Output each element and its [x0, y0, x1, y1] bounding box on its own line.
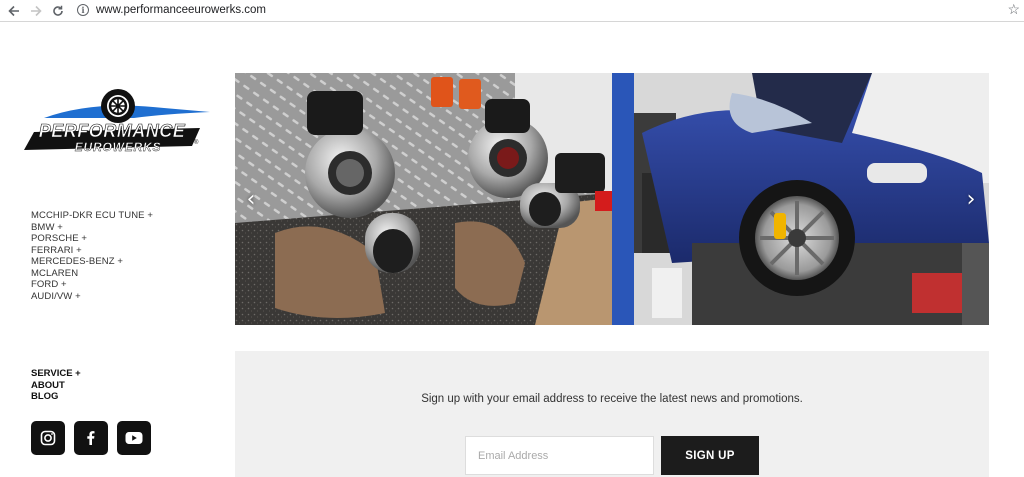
logo-text-line2: EUROWERKS	[75, 140, 162, 154]
youtube-button[interactable]	[117, 421, 151, 455]
forward-button[interactable]	[25, 1, 47, 21]
hero-slideshow[interactable]: ‹ ›	[235, 73, 989, 325]
sign-up-button[interactable]: SIGN UP	[661, 436, 759, 475]
browser-toolbar: i www.performanceeurowerks.com ☆	[0, 0, 1024, 22]
back-button[interactable]	[3, 1, 25, 21]
address-bar[interactable]: i www.performanceeurowerks.com ☆	[70, 1, 1024, 19]
menu-item-mclaren[interactable]: MCLAREN	[31, 268, 153, 280]
slideshow-next-button[interactable]: ›	[961, 185, 981, 213]
main-menu: MCCHIP-DKR ECU TUNE + BMW + PORSCHE + FE…	[31, 210, 153, 302]
menu-item-porsche[interactable]: PORSCHE +	[31, 233, 153, 245]
youtube-icon	[125, 432, 143, 444]
menu-item-ford[interactable]: FORD +	[31, 279, 153, 291]
instagram-button[interactable]	[31, 421, 65, 455]
reload-button[interactable]	[47, 1, 69, 21]
email-input[interactable]	[465, 436, 654, 475]
social-links	[31, 421, 151, 455]
logo-registered-mark: ®	[194, 139, 199, 146]
reload-icon	[53, 5, 63, 16]
info-icon[interactable]: i	[77, 4, 89, 16]
arrow-right-icon	[31, 5, 42, 16]
star-icon[interactable]: ☆	[1007, 1, 1020, 18]
arrow-left-icon	[8, 5, 19, 16]
secondary-menu: SERVICE + ABOUT BLOG	[31, 368, 81, 403]
hero-image-bmw-on-lift	[612, 73, 989, 325]
newsletter-section: Sign up with your email address to recei…	[235, 351, 989, 477]
url-text[interactable]: www.performanceeurowerks.com	[96, 4, 266, 16]
logo-text-line1: PERFORMANCE	[39, 121, 186, 141]
facebook-button[interactable]	[74, 421, 108, 455]
facebook-icon	[87, 431, 95, 445]
site-logo[interactable]: PERFORMANCE EUROWERKS ®	[14, 88, 218, 164]
instagram-icon	[40, 430, 56, 446]
slideshow-prev-button[interactable]: ‹	[241, 185, 261, 213]
newsletter-text: Sign up with your email address to recei…	[421, 393, 803, 405]
menu-item-blog[interactable]: BLOG	[31, 391, 81, 403]
hero-image-turbochargers	[235, 73, 612, 325]
menu-item-service[interactable]: SERVICE +	[31, 368, 81, 380]
menu-item-mcchip[interactable]: MCCHIP-DKR ECU TUNE +	[31, 210, 153, 222]
menu-item-audi-vw[interactable]: AUDI/VW +	[31, 291, 153, 303]
menu-item-mercedes[interactable]: MERCEDES-BENZ +	[31, 256, 153, 268]
menu-item-ferrari[interactable]: FERRARI +	[31, 245, 153, 257]
menu-item-about[interactable]: ABOUT	[31, 380, 81, 392]
menu-item-bmw[interactable]: BMW +	[31, 222, 153, 234]
